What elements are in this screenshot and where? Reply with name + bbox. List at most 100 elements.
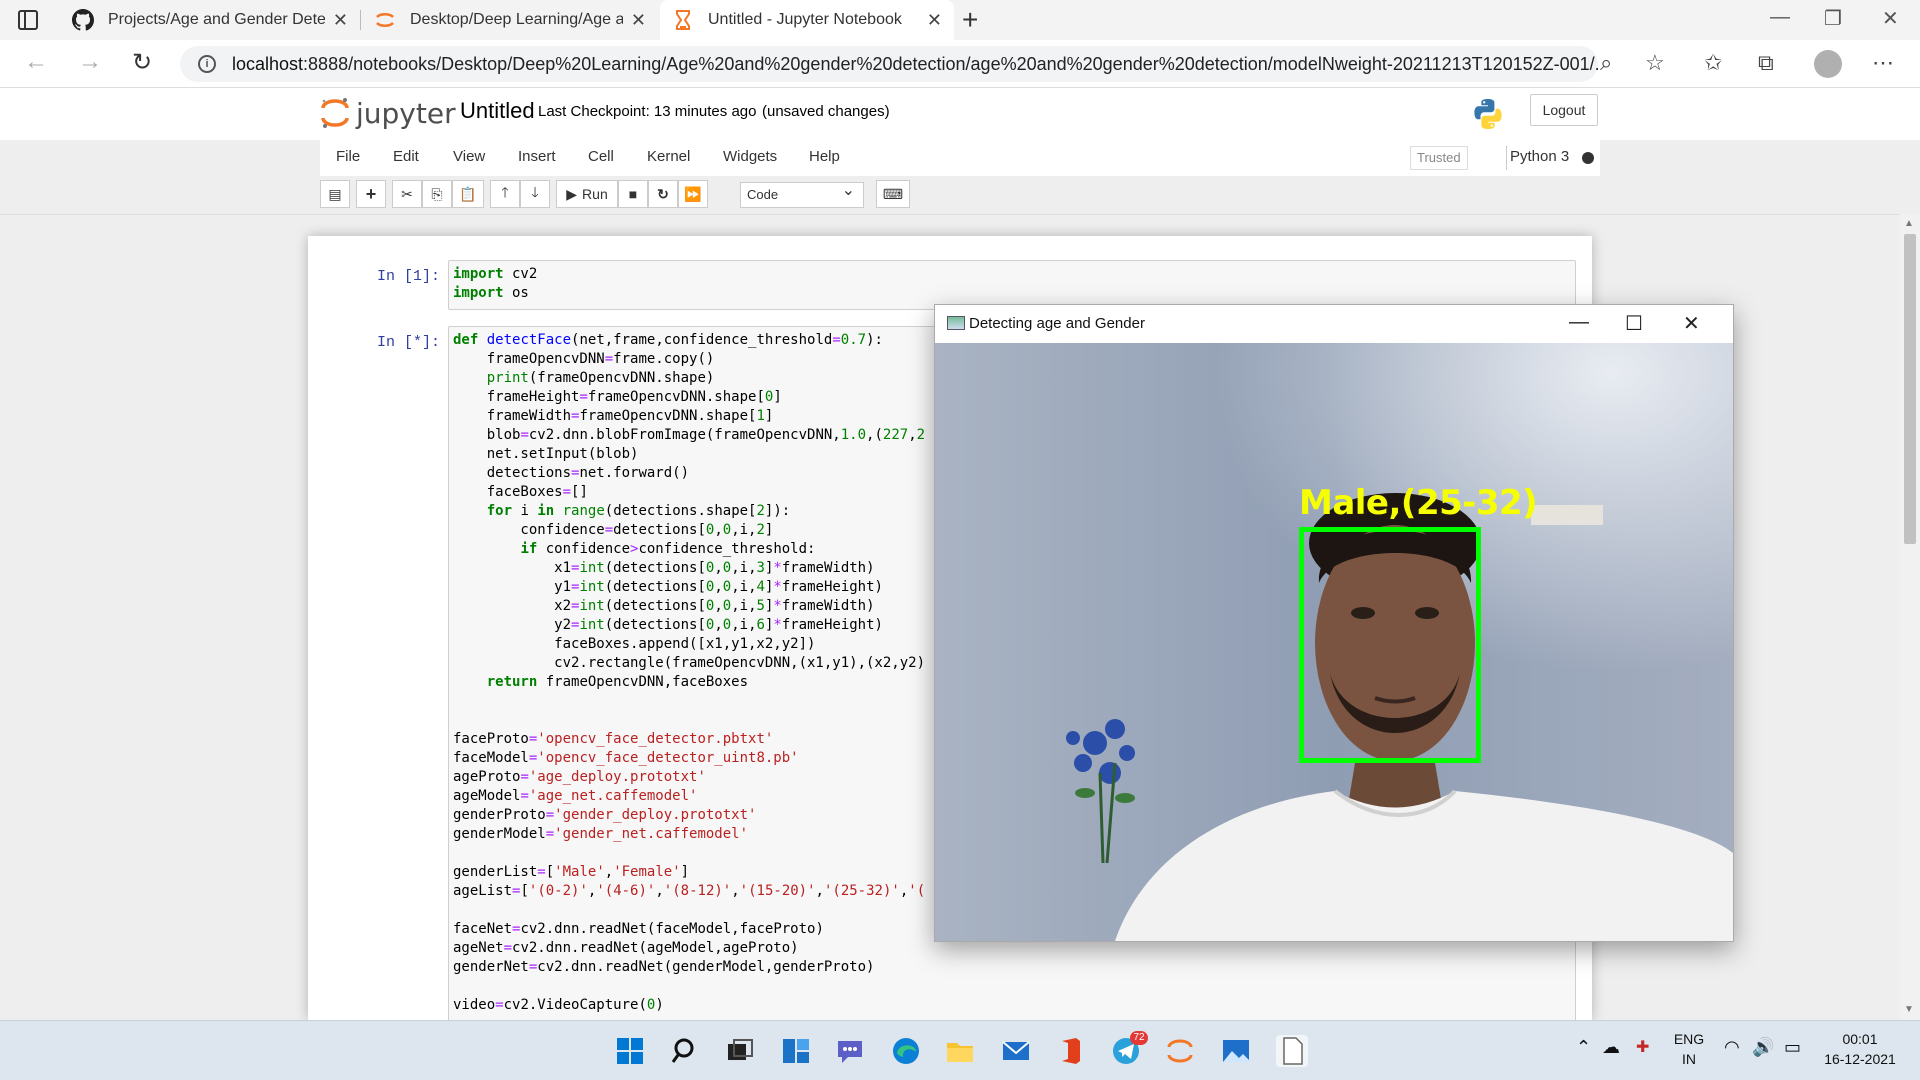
menu-kernel[interactable]: Kernel [647,148,690,165]
jupyter-logo[interactable]: jupyter [320,96,456,130]
arrow-up-icon: 🡑 [501,184,509,200]
region-code[interactable]: IN [1672,1051,1706,1067]
command-palette-button[interactable]: ⌨ [876,180,910,208]
opencv-window-title: Detecting age and Gender [969,315,1145,332]
url-text: localhost:8888/notebooks/Desktop/Deep%20… [232,53,1598,74]
tab-actions-icon[interactable] [18,10,38,30]
menu-cell[interactable]: Cell [588,148,614,165]
copy-button[interactable]: ⎘ [422,180,452,208]
reload-icon[interactable]: ↻ [132,48,152,77]
tab-title: Projects/Age and Gender Detecti [108,11,325,28]
unsaved-status: (unsaved changes) [762,103,890,120]
forward-icon[interactable]: → [78,48,102,76]
menu-insert[interactable]: Insert [518,148,556,165]
photos-icon[interactable] [1220,1035,1252,1067]
scroll-up-icon[interactable]: ▲ [1904,218,1914,229]
close-window-icon[interactable]: ✕ [1882,6,1899,31]
interrupt-button[interactable]: ■ [618,180,648,208]
scissors-icon: ✂ [401,185,413,202]
office-icon[interactable] [1054,1035,1086,1067]
code-cell-1[interactable]: import cv2 import os [448,260,1576,310]
clock-time[interactable]: 00:01 [1820,1031,1900,1047]
widgets-icon[interactable] [780,1035,812,1067]
teams-chat-icon[interactable] [834,1035,866,1067]
tab-untitled-notebook[interactable]: Untitled - Jupyter Notebook ✕ [660,0,954,40]
menu-edit[interactable]: Edit [393,148,419,165]
task-view-icon[interactable] [724,1035,756,1067]
address-bar: ← → ↻ i localhost:8888/notebooks/Desktop… [0,40,1920,88]
new-tab-icon[interactable]: + [962,4,978,36]
close-icon[interactable]: ✕ [333,10,348,31]
tab-github[interactable]: Projects/Age and Gender Detecti ✕ [60,0,360,40]
telegram-badge: 72 [1130,1031,1148,1045]
close-icon[interactable]: ✕ [927,10,942,31]
last-checkpoint: Last Checkpoint: 13 minutes ago [538,103,757,120]
onedrive-icon[interactable]: ☁ [1602,1037,1620,1058]
save-button[interactable]: ▤ [320,180,350,208]
minimize-icon[interactable]: — [1770,6,1790,29]
browser-tab-bar: Projects/Age and Gender Detecti ✕ Deskto… [0,0,1920,40]
fast-forward-icon: ⏩ [684,185,702,202]
jupyter-icon[interactable] [1164,1035,1196,1067]
logout-button[interactable]: Logout [1530,94,1598,126]
jupyter-menubar: File Edit View Insert Cell Kernel Widget… [320,140,1600,176]
close-icon[interactable]: ✕ [631,10,646,31]
kernel-name[interactable]: Python 3 [1510,148,1569,165]
opencv-titlebar[interactable]: Detecting age and Gender — ☐ ✕ [935,305,1733,343]
restart-run-all-button[interactable]: ⏩ [678,180,708,208]
chevron-up-icon[interactable]: ⌃ [1576,1037,1591,1058]
back-icon[interactable]: ← [24,48,48,76]
collections-icon[interactable]: ⧉ [1758,50,1774,76]
paste-button[interactable]: 📋 [452,180,484,208]
cell-type-select[interactable]: Code [740,179,864,208]
arrow-down-icon: 🡓 [531,184,539,200]
language-code[interactable]: ENG [1672,1031,1706,1047]
add-favorite-icon[interactable]: ☆ [1645,50,1665,76]
windows-start-icon[interactable] [614,1035,646,1067]
github-icon [72,9,94,31]
scroll-down-icon[interactable]: ▼ [1904,1004,1914,1015]
edge-icon[interactable] [890,1035,922,1067]
scrollbar-thumb[interactable] [1904,234,1916,544]
favorites-icon[interactable]: ✩ [1704,50,1722,76]
restart-button[interactable]: ↻ [648,180,678,208]
jupyter-header: jupyter Untitled Last Checkpoint: 13 min… [0,88,1920,140]
more-menu-icon[interactable]: ⋯ [1872,50,1894,76]
close-icon[interactable]: ✕ [1683,311,1700,336]
file-explorer-icon[interactable] [944,1035,976,1067]
info-icon[interactable]: i [198,55,216,73]
zoom-icon[interactable]: ⌕ [1600,50,1612,76]
kernel-busy-indicator [1582,152,1594,164]
wifi-icon[interactable]: ◠ [1724,1037,1740,1058]
jupyter-logo-icon [321,98,349,128]
volume-icon[interactable]: 🔊 [1752,1037,1774,1058]
menu-view[interactable]: View [453,148,485,165]
opencv-app-icon [947,316,965,330]
menu-help[interactable]: Help [809,148,840,165]
file-icon[interactable] [1276,1035,1308,1067]
opencv-window[interactable]: Detecting age and Gender — ☐ ✕ Male,(25-… [934,304,1734,942]
minimize-icon[interactable]: — [1569,311,1589,334]
antivirus-icon[interactable]: ✚ [1636,1037,1649,1057]
menu-widgets[interactable]: Widgets [723,148,777,165]
url-field[interactable]: i localhost:8888/notebooks/Desktop/Deep%… [180,46,1598,82]
cut-button[interactable]: ✂ [392,180,422,208]
menu-file[interactable]: File [336,148,360,165]
insert-cell-button[interactable]: + [356,180,386,208]
code-line: import os [453,285,529,301]
profile-avatar[interactable] [1814,50,1842,78]
battery-icon[interactable]: ▭ [1784,1037,1801,1058]
notebook-name[interactable]: Untitled [460,98,535,124]
move-down-button[interactable]: 🡓 [520,180,550,208]
move-up-button[interactable]: 🡑 [490,180,520,208]
face-bounding-box [1299,527,1481,763]
cell-1-prompt: In [1]: [376,268,440,285]
search-icon[interactable] [670,1035,702,1067]
trusted-badge[interactable]: Trusted [1410,146,1468,170]
restore-icon[interactable]: ❐ [1824,6,1842,31]
tab-jupyter-tree[interactable]: Desktop/Deep Learning/Age and ✕ [362,0,658,40]
mail-icon[interactable] [1000,1035,1032,1067]
clock-date[interactable]: 16-12-2021 [1820,1051,1900,1067]
maximize-icon[interactable]: ☐ [1625,311,1643,336]
run-button[interactable]: ▶ Run [556,180,618,208]
